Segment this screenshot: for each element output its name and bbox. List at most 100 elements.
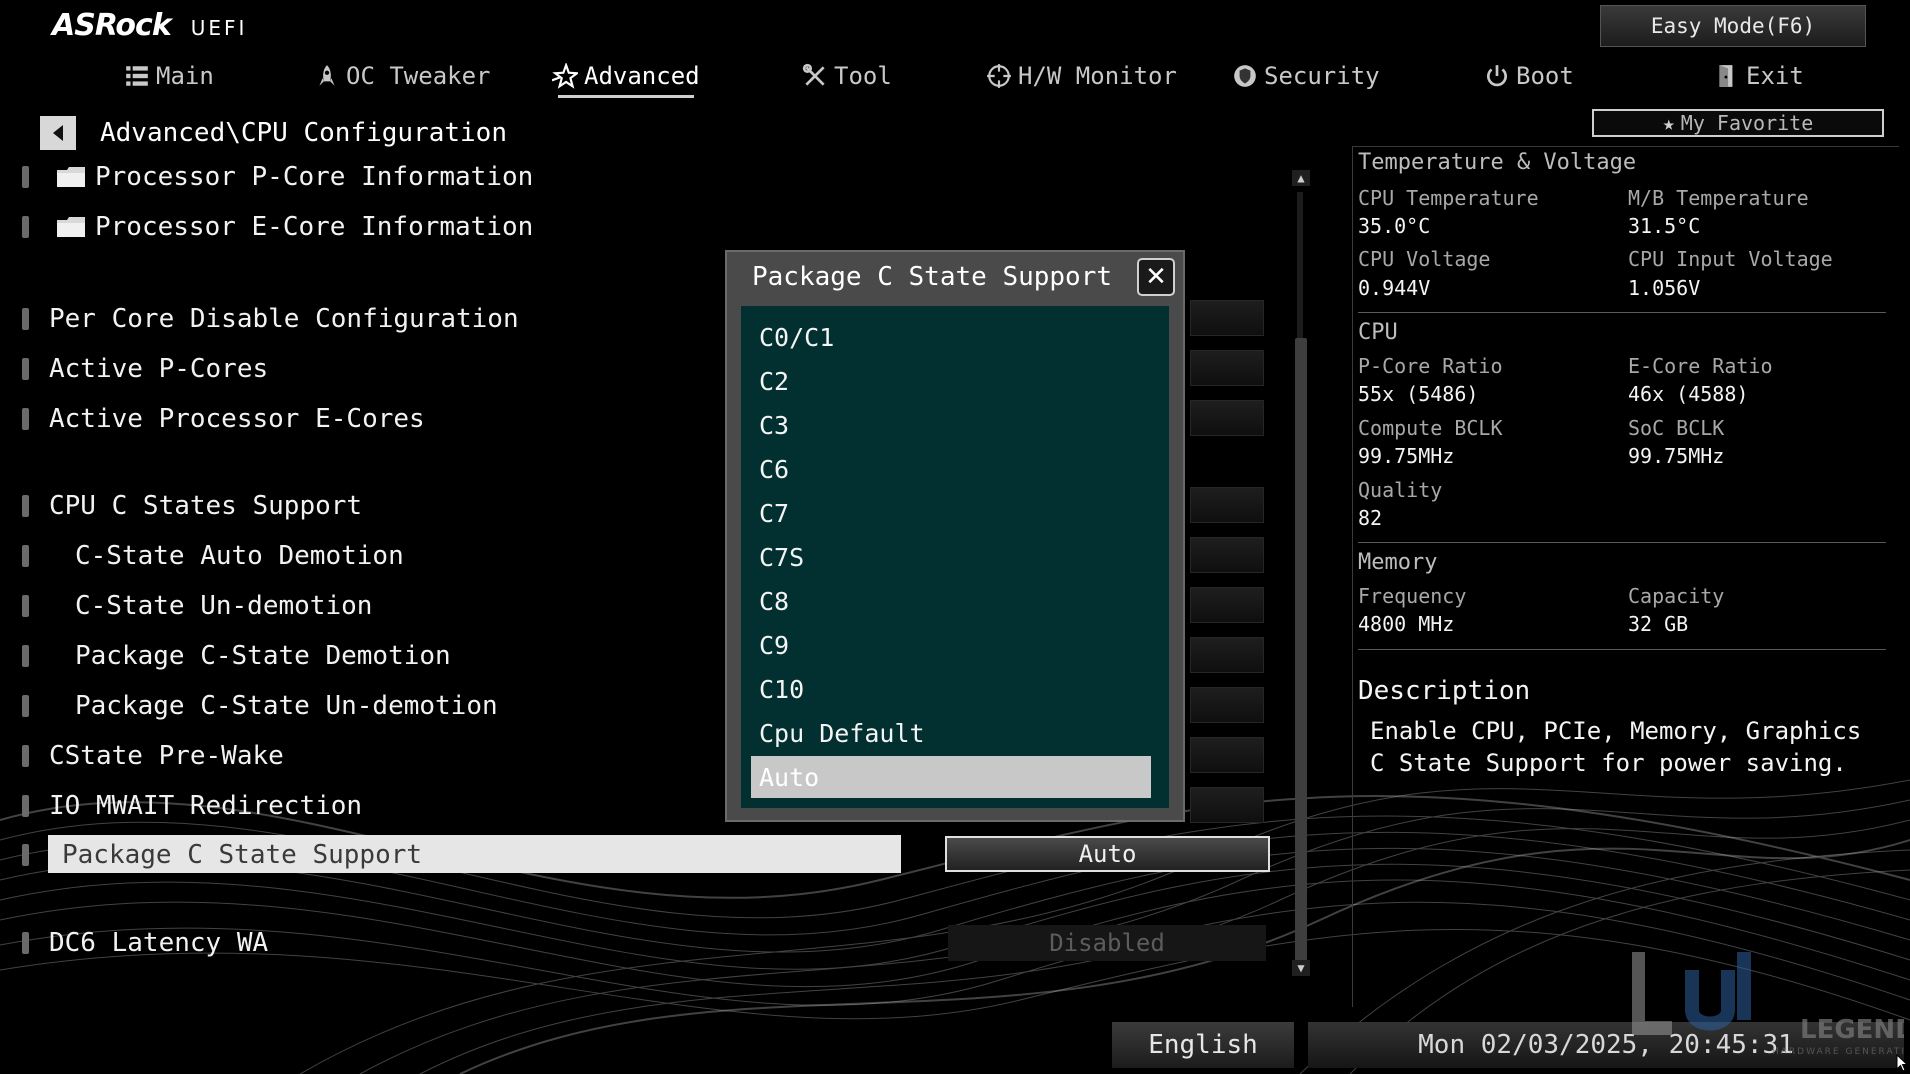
option-c9[interactable]: C9 <box>751 624 1151 666</box>
menu-item-package-c-state-support[interactable]: Package C State Support <box>0 835 960 875</box>
tab-security-label: Security <box>1264 62 1380 90</box>
tab-exit[interactable]: Exit <box>1714 56 1804 96</box>
item-marker <box>22 745 29 767</box>
watermark-subtext: HARDWARE GENERATION <box>1772 1047 1904 1057</box>
item-marker <box>22 645 29 667</box>
option-auto[interactable]: Auto <box>751 756 1151 798</box>
tab-oc-tweaker[interactable]: OC Tweaker <box>314 56 491 96</box>
description-text: Enable CPU, PCIe, Memory, Graphics C Sta… <box>1370 717 1862 777</box>
rocket-icon <box>319 65 335 86</box>
menu-item-label: CPU C States Support <box>49 491 363 521</box>
menu-item-label: Active Processor E-Cores <box>49 404 425 434</box>
item-marker <box>22 695 29 717</box>
option-c8[interactable]: C8 <box>751 580 1151 622</box>
tab-exit-label: Exit <box>1746 62 1804 90</box>
memory-frequency-value: 4800 MHz <box>1358 612 1455 636</box>
crosshair-icon <box>987 64 1011 88</box>
watermark-text: LEGEND <box>1800 1015 1904 1045</box>
menu-item-e-core-info[interactable]: Processor E-Core Information <box>0 207 960 247</box>
option-c3[interactable]: C3 <box>751 404 1151 446</box>
cpu-input-voltage-label: CPU Input Voltage <box>1628 247 1833 271</box>
package-c-state-popup: Package C State Support ✕ C0/C1 C2 C3 C6… <box>725 250 1185 822</box>
back-button[interactable] <box>40 116 76 150</box>
menu-item-label: C-State Auto Demotion <box>75 541 404 571</box>
value-box <box>1190 737 1264 773</box>
breadcrumb: Advanced\CPU Configuration <box>100 118 507 148</box>
description-title: Description <box>1358 676 1531 706</box>
value-box <box>1190 300 1264 336</box>
dc6-latency-value[interactable]: Disabled <box>948 925 1266 961</box>
item-marker <box>22 495 29 517</box>
menu-item-label: Processor E-Core Information <box>95 212 534 242</box>
menu-item-label: Package C State Support <box>62 840 423 870</box>
value-box <box>1190 400 1264 436</box>
option-c0-c1[interactable]: C0/C1 <box>751 316 1151 358</box>
tab-tool[interactable]: Tool <box>802 56 892 96</box>
e-core-ratio-value: 46x (4588) <box>1628 382 1749 406</box>
legend-watermark: LEGEND HARDWARE GENERATION <box>1632 952 1904 1057</box>
menu-item-label: Package C-State Demotion <box>75 641 451 671</box>
item-marker <box>22 166 29 188</box>
divider <box>1358 312 1886 313</box>
tab-advanced-label: Advanced <box>584 62 700 90</box>
compute-bclk-label: Compute BCLK <box>1358 416 1503 440</box>
brand-text: ASRock <box>52 8 172 43</box>
memory-capacity-value: 32 GB <box>1628 612 1689 636</box>
package-c-state-value-button[interactable]: Auto <box>945 836 1270 872</box>
item-marker <box>22 595 29 617</box>
value-box <box>1190 637 1264 673</box>
menu-item-label: IO MWAIT Redirection <box>49 791 363 821</box>
value-box <box>1190 350 1264 386</box>
tab-boot[interactable]: Boot <box>1484 56 1574 96</box>
info-panel-frame <box>1352 146 1899 1007</box>
tab-hw-monitor[interactable]: H/W Monitor <box>986 56 1177 96</box>
item-marker <box>22 932 29 954</box>
tools-icon <box>802 63 825 86</box>
cpu-temp-value: 35.0°C <box>1358 214 1431 238</box>
option-c2[interactable]: C2 <box>751 360 1151 402</box>
option-c10[interactable]: C10 <box>751 668 1151 710</box>
menu-item-label: C-State Un-demotion <box>75 591 373 621</box>
language-button[interactable]: English <box>1112 1022 1294 1068</box>
uefi-text: UEFI <box>190 16 248 40</box>
divider <box>1358 649 1886 650</box>
e-core-ratio-label: E-Core Ratio <box>1628 354 1773 378</box>
value-box <box>1190 787 1264 823</box>
option-c6[interactable]: C6 <box>751 448 1151 490</box>
quality-label: Quality <box>1358 478 1443 502</box>
item-marker <box>22 545 29 567</box>
soc-bclk-value: 99.75MHz <box>1628 444 1725 468</box>
settings-scrollbar[interactable]: ▲ ▼ <box>1292 170 1310 980</box>
power-icon <box>1487 65 1507 87</box>
scroll-up-icon[interactable]: ▲ <box>1292 170 1310 186</box>
folder-icon <box>57 217 85 237</box>
star-icon: ★ <box>1662 111 1675 135</box>
mb-temp-label: M/B Temperature <box>1628 186 1809 210</box>
arrow-left-icon <box>53 125 63 141</box>
folder-icon <box>57 167 85 187</box>
item-marker <box>22 216 29 238</box>
scroll-thumb[interactable] <box>1295 338 1307 968</box>
menu-item-label: Active P-Cores <box>49 354 269 384</box>
cpu-voltage-value: 0.944V <box>1358 276 1431 300</box>
close-icon[interactable]: ✕ <box>1137 258 1175 296</box>
exit-door-icon <box>1719 65 1733 87</box>
tab-main[interactable]: Main <box>124 56 214 96</box>
option-cpu-default[interactable]: Cpu Default <box>751 712 1151 754</box>
menu-item-p-core-info[interactable]: Processor P-Core Information <box>0 157 960 197</box>
my-favorite-label: My Favorite <box>1680 111 1814 135</box>
option-c7s[interactable]: C7S <box>751 536 1151 578</box>
tab-security[interactable]: Security <box>1232 56 1380 96</box>
asrock-logo: ASRock UEFI <box>52 8 247 43</box>
menu-item-dc6-latency-wa[interactable]: DC6 Latency WA <box>0 923 960 963</box>
compute-bclk-value: 99.75MHz <box>1358 444 1455 468</box>
easy-mode-button[interactable]: Easy Mode(F6) <box>1600 5 1866 47</box>
tab-advanced[interactable]: Advanced <box>552 56 700 98</box>
my-favorite-button[interactable]: ★ My Favorite <box>1592 109 1884 137</box>
option-c7[interactable]: C7 <box>751 492 1151 534</box>
cpu-temp-label: CPU Temperature <box>1358 186 1539 210</box>
section-title-temp-voltage: Temperature & Voltage <box>1358 150 1637 175</box>
scroll-down-icon[interactable]: ▼ <box>1292 960 1310 976</box>
item-marker <box>22 795 29 817</box>
mb-temp-value: 31.5°C <box>1628 214 1701 238</box>
